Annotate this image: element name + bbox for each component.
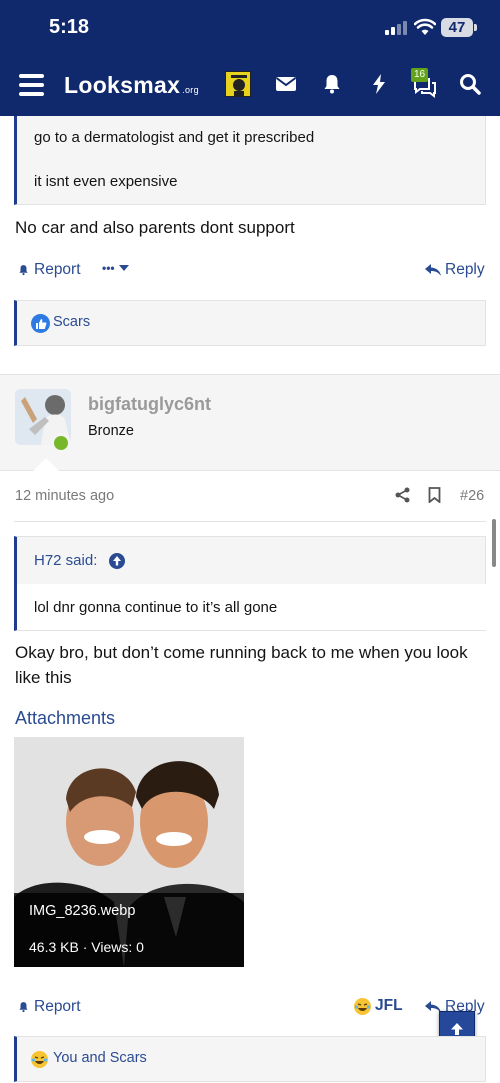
logo-tld: .org	[182, 85, 199, 95]
quote-line: go to a dermatologist and get it prescri…	[34, 129, 315, 146]
attachment-info: IMG_8236.webp 46.3 KB · Views: 0	[14, 893, 244, 967]
like-icon	[31, 314, 50, 333]
laughing-emoji-icon	[354, 997, 371, 1015]
bell-icon	[19, 1002, 28, 1013]
lightning-icon[interactable]	[367, 72, 391, 96]
inbox-icon[interactable]	[274, 72, 298, 96]
attachments-heading: Attachments	[15, 708, 116, 728]
attachment-filename: IMG_8236.webp	[29, 903, 136, 919]
chevron-down-icon	[118, 265, 129, 271]
post-number[interactable]: #26	[460, 488, 484, 504]
reactions-text[interactable]: You and Scars	[53, 1050, 147, 1066]
status-time: 5:18	[49, 16, 90, 38]
reactions-text[interactable]: Scars	[53, 314, 90, 330]
jfl-label: JFL	[375, 997, 403, 1014]
quote-body-bg: lol dnr gonna continue to it’s all gone	[17, 584, 486, 630]
quote-header: H72 said:	[17, 537, 486, 584]
reply-label: Reply	[445, 261, 485, 278]
jfl-reaction-button[interactable]: JFL	[354, 997, 403, 1015]
site-logo[interactable]: Looksmax .org	[64, 72, 199, 99]
attachment-meta: 46.3 KB · Views: 0	[29, 939, 144, 955]
wifi-icon	[414, 18, 436, 35]
reply-button[interactable]: Reply	[425, 261, 485, 279]
reply-icon	[425, 264, 441, 276]
quote-author[interactable]: H72 said:	[34, 552, 97, 569]
quote-line: it isnt even expensive	[34, 173, 178, 190]
thread-content: go to a dermatologist and get it prescri…	[0, 116, 500, 1083]
search-icon[interactable]	[458, 72, 482, 96]
username[interactable]: bigfatuglyc6nt	[88, 394, 211, 415]
quote-block: go to a dermatologist and get it prescri…	[14, 116, 486, 205]
avatar-image	[226, 72, 250, 96]
site-header: Looksmax .org 16	[0, 58, 500, 116]
conversations-badge: 16	[411, 68, 429, 82]
report-button[interactable]: Report	[17, 998, 81, 1016]
battery-indicator: 47	[441, 18, 477, 37]
reactions-bar[interactable]: You and Scars	[14, 1036, 486, 1082]
arrow-up-icon[interactable]	[109, 553, 125, 569]
bell-icon	[19, 265, 28, 276]
bell-icon[interactable]	[320, 72, 344, 96]
signal-icon	[385, 21, 407, 35]
account-avatar[interactable]	[225, 71, 251, 97]
more-label: •••	[102, 261, 115, 275]
report-label: Report	[34, 261, 81, 278]
logo-text: Looksmax	[64, 72, 181, 98]
arrow-up-icon	[451, 1023, 463, 1035]
report-label: Report	[34, 998, 81, 1015]
laughing-emoji-icon	[31, 1051, 48, 1068]
online-status-indicator	[51, 433, 71, 453]
attachment-thumbnail[interactable]: IMG_8236.webp 46.3 KB · Views: 0	[14, 737, 244, 967]
report-button[interactable]: Report	[17, 261, 81, 279]
reactions-bar[interactable]: Scars	[14, 300, 486, 346]
post-body: No car and also parents dont support	[15, 218, 295, 237]
scrollbar[interactable]	[492, 519, 496, 567]
status-bar: 5:18 47	[0, 0, 500, 58]
user-block-pointer	[32, 458, 60, 472]
user-title: Bronze	[88, 423, 134, 439]
menu-icon[interactable]	[19, 74, 44, 96]
share-icon[interactable]	[395, 487, 410, 503]
more-options-button[interactable]: •••	[102, 261, 129, 275]
message-user-info: bigfatuglyc6nt Bronze	[0, 374, 500, 471]
post-timestamp[interactable]: 12 minutes ago	[15, 488, 114, 504]
bookmark-icon[interactable]	[428, 487, 441, 503]
divider	[14, 521, 486, 522]
quote-block: H72 said: lol dnr gonna continue to it’s…	[14, 536, 486, 631]
post-body: Okay bro, but don’t come running back to…	[15, 643, 468, 687]
quote-text: lol dnr gonna continue to it’s all gone	[34, 599, 278, 616]
